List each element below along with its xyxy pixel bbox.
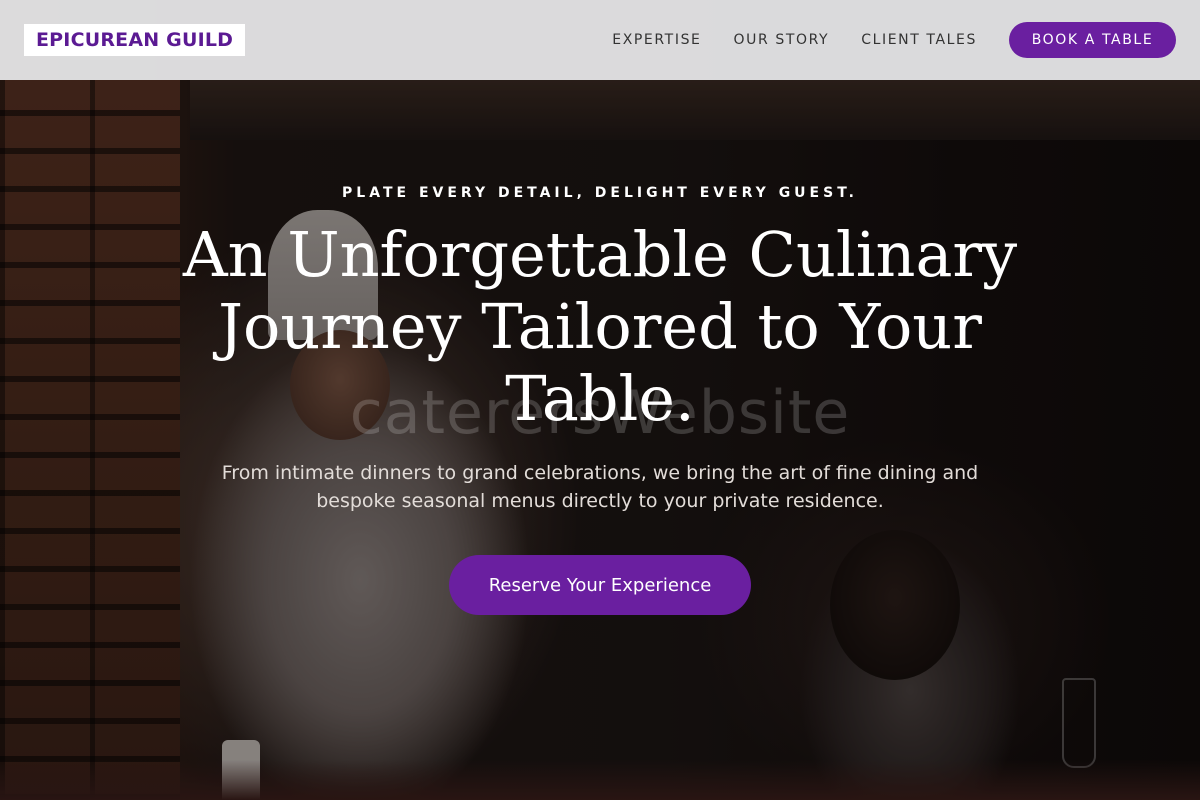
brand-logo[interactable]: EPICUREAN GUILD: [24, 24, 246, 56]
hero-headline: An Unforgettable Culinary Journey Tailor…: [182, 218, 1018, 435]
book-a-table-button[interactable]: BOOK A TABLE: [1009, 22, 1176, 58]
hero-section: PLATE EVERY DETAIL, DELIGHT EVERY GUEST.…: [0, 185, 1200, 615]
nav-link-expertise[interactable]: EXPERTISE: [612, 32, 701, 48]
nav-link-client-tales[interactable]: CLIENT TALES: [861, 32, 977, 48]
main-nav: EXPERTISE OUR STORY CLIENT TALES BOOK A …: [612, 22, 1176, 58]
nav-link-our-story[interactable]: OUR STORY: [734, 32, 830, 48]
site-header: EPICUREAN GUILD EXPERTISE OUR STORY CLIE…: [0, 0, 1200, 80]
hero-eyebrow: PLATE EVERY DETAIL, DELIGHT EVERY GUEST.: [342, 185, 858, 201]
reserve-experience-button[interactable]: Reserve Your Experience: [449, 555, 751, 615]
hero-subtext: From intimate dinners to grand celebrati…: [221, 462, 979, 512]
